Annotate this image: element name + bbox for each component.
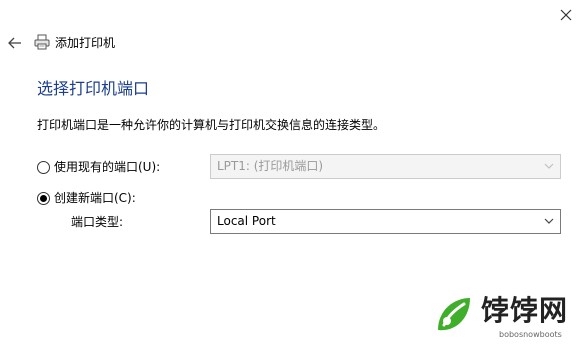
window-title: 添加打印机 [55, 36, 116, 50]
existing-port-value: LPT1: (打印机端口) [217, 159, 324, 173]
port-type-value: Local Port [217, 214, 276, 228]
existing-port-select: LPT1: (打印机端口) [210, 154, 561, 179]
page-title: 选择打印机端口 [37, 79, 150, 98]
close-icon [560, 9, 572, 21]
page-description: 打印机端口是一种允许你的计算机与打印机交换信息的连接类型。 [37, 118, 386, 132]
create-new-port-radio[interactable] [37, 192, 50, 205]
chevron-down-icon [544, 163, 554, 169]
site-watermark: 饽饽网 bobosnowboots [427, 292, 582, 344]
port-type-label: 端口类型: [71, 215, 124, 229]
watermark-brand: 饽饽网 [481, 294, 569, 327]
add-printer-window: 添加打印机 选择打印机端口 打印机端口是一种允许你的计算机与打印机交换信息的连接… [0, 0, 582, 344]
create-new-port-label[interactable]: 创建新端口(C): [54, 190, 136, 206]
leaf-logo-icon [438, 298, 470, 331]
back-arrow-icon [8, 37, 21, 49]
radio-selected-dot [40, 195, 47, 202]
use-existing-port-radio[interactable] [37, 161, 50, 174]
printer-icon [33, 33, 51, 51]
chevron-down-icon [544, 218, 554, 224]
close-button[interactable] [555, 4, 577, 26]
port-type-select[interactable]: Local Port [210, 209, 561, 234]
back-button[interactable] [6, 34, 24, 52]
watermark-domain: bobosnowboots [499, 330, 562, 339]
use-existing-port-label[interactable]: 使用现有的端口(U): [54, 159, 160, 175]
